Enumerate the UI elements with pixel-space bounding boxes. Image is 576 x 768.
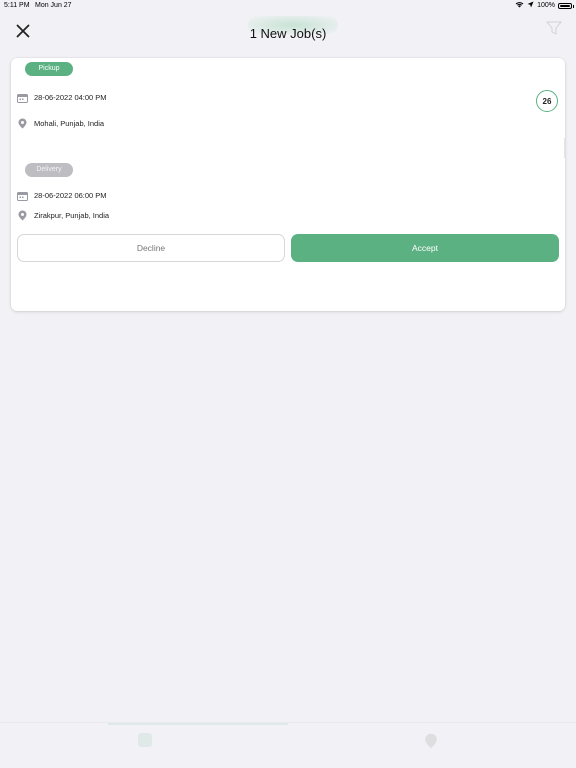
tab-home[interactable] (138, 733, 152, 747)
delivery-location-row: Zirakpur, Punjab, India (17, 210, 109, 221)
pickup-datetime: 28-06-2022 04:00 PM (34, 93, 107, 102)
filter-icon (545, 20, 563, 41)
job-card: Pickup 28-06-2022 04:00 PM Mohali, Punja… (11, 58, 565, 311)
divider (564, 138, 565, 158)
accept-button[interactable]: Accept (291, 234, 559, 262)
battery-icon (558, 2, 574, 9)
location-pin-icon (17, 210, 28, 221)
tab-indicator (108, 723, 288, 725)
decline-button[interactable]: Decline (17, 234, 285, 262)
status-bar: 5:11 PM Mon Jun 27 100% (0, 0, 576, 14)
delivery-datetime: 28-06-2022 06:00 PM (34, 191, 107, 200)
page-title: 1 New Job(s) (249, 26, 327, 41)
battery-label: 100% (537, 2, 555, 9)
status-indicators: 100% (515, 1, 574, 10)
tab-bar (0, 722, 576, 768)
pickup-location-row: Mohali, Punjab, India (17, 118, 104, 129)
location-pin-icon (17, 118, 28, 129)
location-arrow-icon (527, 1, 534, 10)
status-time: 5:11 PM (4, 2, 30, 9)
delivery-location: Zirakpur, Punjab, India (34, 211, 110, 220)
pickup-datetime-row: 28-06-2022 04:00 PM (17, 92, 107, 103)
calendar-icon (17, 92, 28, 103)
delivery-tag: Delivery (25, 163, 73, 177)
pickup-tag: Pickup (25, 62, 73, 76)
calendar-icon (17, 190, 28, 201)
pickup-location: Mohali, Punjab, India (34, 119, 105, 128)
countdown-badge: 26 (536, 90, 558, 112)
status-date: Mon Jun 27 (35, 2, 72, 9)
delivery-datetime-row: 28-06-2022 06:00 PM (17, 190, 107, 201)
wifi-icon (515, 1, 524, 10)
tab-map[interactable] (424, 733, 438, 754)
header: 1 New Job(s) (0, 14, 576, 54)
